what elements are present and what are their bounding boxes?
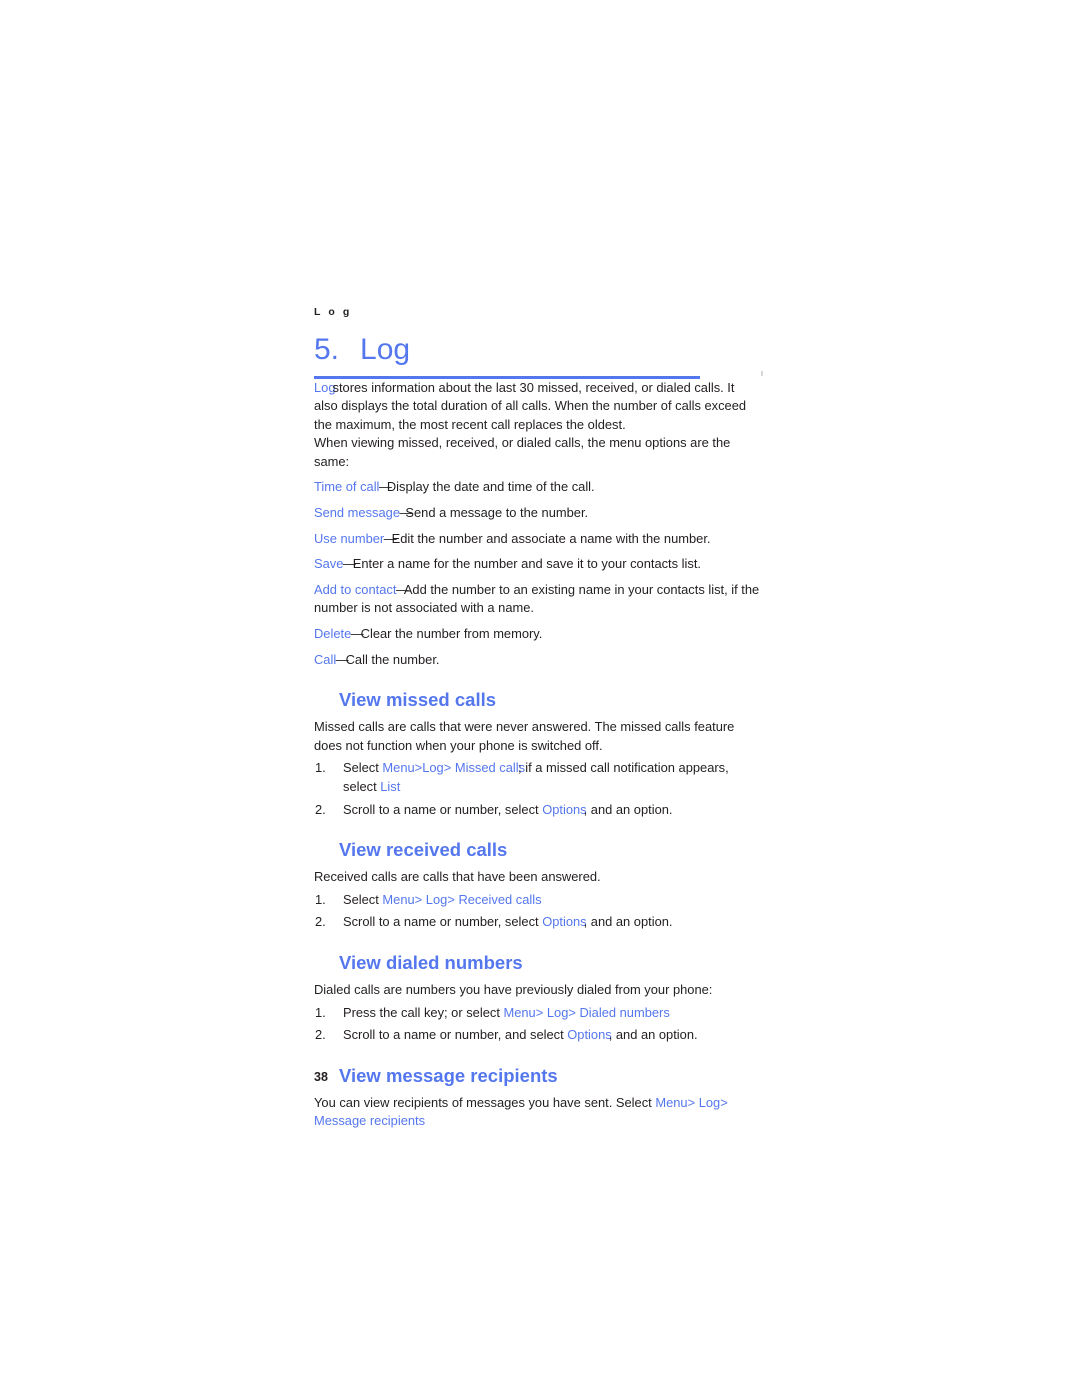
option-description: Enter a name for the number and save it … bbox=[352, 556, 702, 572]
step-item: 2. Scroll to a name or number, select Opt… bbox=[314, 801, 760, 820]
step-tail: , and an option. bbox=[608, 1027, 698, 1043]
step-lead: Press the call key; or select bbox=[343, 1004, 504, 1020]
menu-option-use-number: Use number—Edit the number and associate… bbox=[314, 530, 760, 549]
option-term: Call bbox=[314, 651, 337, 667]
page-content: L o g 5. Log Logstores information about … bbox=[314, 305, 763, 1131]
options-link[interactable]: Options bbox=[542, 802, 586, 817]
option-term: Save bbox=[314, 556, 344, 572]
path-separator: > bbox=[443, 760, 452, 776]
recipients-lead: You can view recipients of messages you … bbox=[314, 1094, 656, 1110]
menu-path-item[interactable]: Menu bbox=[503, 1005, 535, 1020]
option-term: Use number bbox=[314, 530, 385, 546]
menu-option-send-message: Send message—Send a message to the numbe… bbox=[314, 504, 760, 523]
menu-path-item[interactable]: Log bbox=[547, 1005, 569, 1020]
menu-path-item[interactable]: Menu bbox=[382, 760, 414, 775]
received-calls-steps: 1. Select Menu> Log> Received calls 2. Scr… bbox=[314, 891, 760, 932]
step-lead: Select bbox=[343, 760, 383, 776]
message-recipients-paragraph: You can view recipients of messages you … bbox=[314, 1094, 760, 1131]
menu-path-item[interactable]: Log bbox=[422, 760, 444, 775]
path-separator: > bbox=[687, 1094, 696, 1110]
menu-option-add-to-contact: Add to contact—Add the number to an exis… bbox=[314, 581, 760, 618]
received-calls-intro: Received calls are calls that have been … bbox=[314, 869, 601, 885]
page-number: 38 bbox=[314, 1070, 328, 1084]
section-heading-view-missed-calls: View missed calls bbox=[339, 689, 497, 711]
menu-path-item[interactable]: Menu bbox=[382, 892, 414, 907]
step-item: 2. Scroll to a name or number, and select… bbox=[314, 1026, 760, 1045]
dialed-numbers-intro: Dialed calls are numbers you have previo… bbox=[314, 981, 713, 997]
menu-path-item[interactable]: Received calls bbox=[458, 892, 541, 907]
option-description: Edit the number and associate a name wit… bbox=[391, 530, 711, 546]
section-heading-view-message-recipients: View message recipients bbox=[339, 1064, 558, 1086]
missed-calls-intro: Missed calls are calls that were never a… bbox=[314, 719, 735, 753]
section-heading-view-dialed-numbers: View dialed numbers bbox=[339, 951, 523, 973]
step-item: 1. Press the call key; or select Menu> Lo… bbox=[314, 1004, 760, 1023]
option-term: Delete bbox=[314, 626, 352, 642]
menu-path-item[interactable]: Missed calls bbox=[455, 760, 525, 775]
menu-option-delete: Delete—Clear the number from memory. bbox=[314, 625, 760, 644]
step-lead: Scroll to a name or number, select bbox=[343, 914, 543, 930]
intro-text: stores information about the last 30 mis… bbox=[314, 379, 747, 432]
step-item: 1. Select Menu>Log> Missed calls; if a mi… bbox=[314, 759, 760, 796]
menu-path-item[interactable]: Log bbox=[426, 892, 448, 907]
options-link[interactable]: Options bbox=[542, 914, 586, 929]
rule-speck bbox=[761, 371, 763, 376]
step-number: 1. bbox=[315, 760, 326, 776]
option-description: Clear the number from memory. bbox=[360, 626, 543, 642]
menu-path-item[interactable]: Log bbox=[699, 1095, 721, 1110]
option-term: Send message bbox=[314, 505, 400, 521]
path-separator: > bbox=[720, 1094, 728, 1110]
message-recipients-link[interactable]: Message recipients bbox=[314, 1113, 425, 1128]
step-tail-link[interactable]: List bbox=[380, 779, 400, 794]
menu-option-save: Save—Enter a name for the number and sav… bbox=[314, 555, 760, 574]
step-number: 1. bbox=[315, 891, 326, 907]
step-item: 2. Scroll to a name or number, select Opt… bbox=[314, 913, 760, 932]
menu-option-time-of-call: Time of call—Display the date and time o… bbox=[314, 478, 760, 497]
path-separator: > bbox=[447, 891, 455, 907]
menu-option-call: Call—Call the number. bbox=[314, 651, 760, 670]
option-description: Display the date and time of the call. bbox=[386, 479, 595, 495]
running-header: L o g bbox=[314, 306, 352, 318]
option-description: Send a message to the number. bbox=[405, 505, 589, 521]
chapter-title: 5. Log bbox=[314, 333, 760, 367]
path-separator: > bbox=[535, 1004, 544, 1020]
step-number: 2. bbox=[315, 801, 326, 817]
menu-path-item[interactable]: Menu bbox=[655, 1095, 687, 1110]
menu-options-lead: When viewing missed, received, or dialed… bbox=[314, 435, 731, 469]
option-term: Time of call bbox=[314, 479, 380, 495]
chapter-number: 5. bbox=[314, 333, 340, 366]
document-page: L o g 5. Log Logstores information about … bbox=[0, 0, 1080, 1397]
chapter-title-text: Log bbox=[360, 333, 411, 366]
step-lead: Select bbox=[343, 891, 383, 907]
step-tail: , and an option. bbox=[583, 801, 673, 817]
missed-calls-steps: 1. Select Menu>Log> Missed calls; if a mi… bbox=[314, 759, 760, 819]
option-description: Call the number. bbox=[345, 651, 440, 667]
step-lead: Scroll to a name or number, select bbox=[343, 801, 543, 817]
step-tail: , and an option. bbox=[583, 914, 673, 930]
step-number: 1. bbox=[315, 1004, 326, 1020]
step-number: 2. bbox=[315, 1027, 326, 1043]
path-separator: > bbox=[414, 891, 423, 907]
step-number: 2. bbox=[315, 914, 326, 930]
step-item: 1. Select Menu> Log> Received calls bbox=[314, 891, 760, 910]
intro-paragraph: Logstores information about the last 30 … bbox=[314, 379, 760, 435]
dialed-numbers-steps: 1. Press the call key; or select Menu> Lo… bbox=[314, 1004, 760, 1045]
menu-path-item[interactable]: Dialed numbers bbox=[580, 1005, 670, 1020]
step-lead: Scroll to a name or number, and select bbox=[343, 1027, 568, 1043]
option-term: Add to contact bbox=[314, 581, 397, 597]
section-heading-view-received-calls: View received calls bbox=[339, 839, 508, 861]
path-separator: > bbox=[568, 1004, 576, 1020]
options-link[interactable]: Options bbox=[567, 1027, 611, 1042]
